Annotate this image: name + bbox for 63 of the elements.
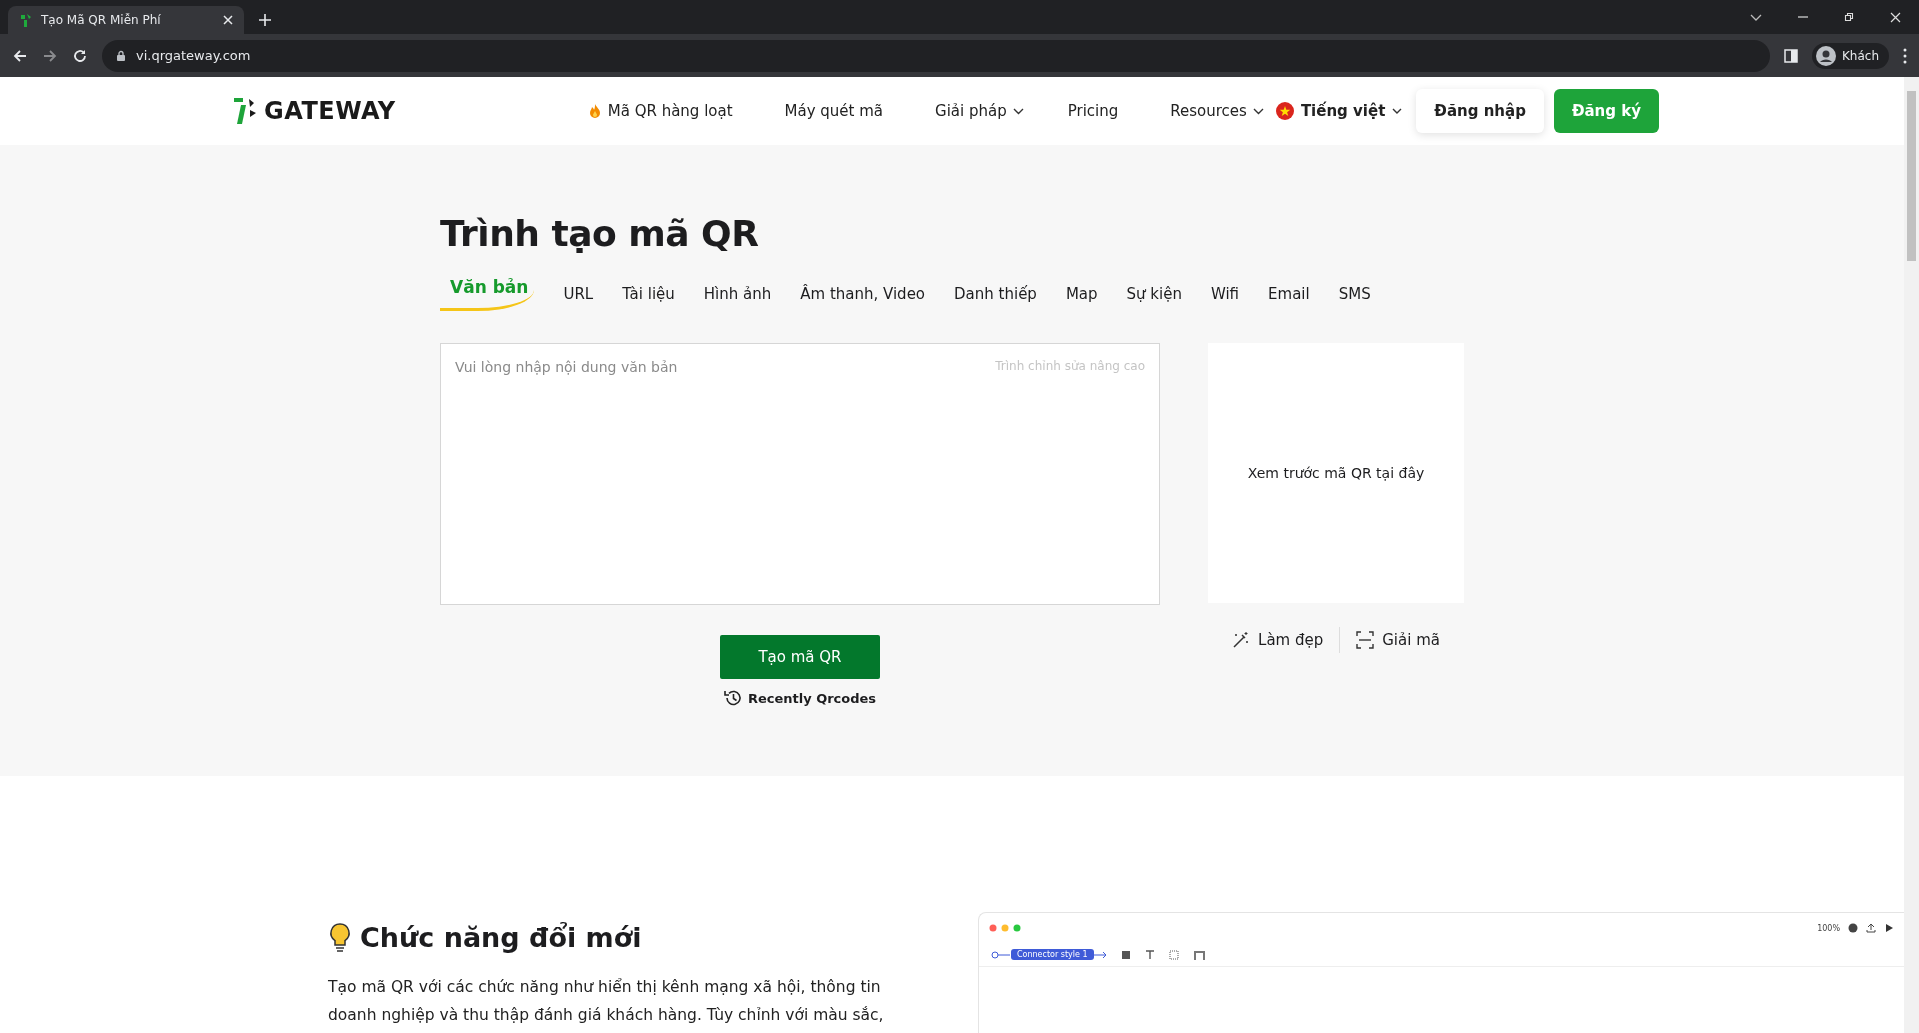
side-panel-icon[interactable]: [1783, 48, 1798, 63]
lock-icon: [116, 49, 126, 62]
logo-icon: [232, 96, 258, 126]
recent-qrcodes-link[interactable]: Recently Qrcodes: [723, 689, 877, 707]
decode-button[interactable]: Giải mã: [1340, 631, 1456, 649]
type-tab[interactable]: Danh thiếp: [954, 284, 1037, 311]
language-selector[interactable]: Tiếng việt: [1275, 102, 1403, 120]
nav-link[interactable]: Mã QR hàng loạt: [587, 102, 733, 120]
type-tab[interactable]: Email: [1268, 284, 1310, 311]
type-tab[interactable]: SMS: [1338, 284, 1371, 311]
avatar-icon: [1815, 45, 1836, 66]
magic-wand-icon: [1232, 631, 1251, 649]
nav-link[interactable]: Resources: [1170, 102, 1264, 120]
section-description: Tạo mã QR với các chức năng như hiển thị kênh mạng xã hội, thông tin doanh nghiệp và thu thập đánh giá khách hàng. Tùy chỉnh với màu sắc,: [328, 977, 885, 1026]
connector-style-chip[interactable]: Connector style 1: [1011, 949, 1094, 960]
close-icon[interactable]: [222, 14, 234, 26]
flame-icon: [587, 103, 602, 119]
chevron-down-icon: [1392, 108, 1403, 114]
chevron-down-icon: [1012, 107, 1024, 115]
flag-icon: [1275, 102, 1294, 120]
light-bulb-icon: [328, 922, 352, 953]
scan-icon: [1356, 631, 1375, 649]
new-tab-icon[interactable]: [258, 13, 272, 27]
create-qr-button[interactable]: Tạo mã QR: [720, 635, 880, 679]
window-controls-icon: [989, 924, 1021, 932]
preview-hint: Xem trước mã QR tại đây: [1247, 465, 1425, 481]
restore-icon[interactable]: [1844, 12, 1854, 22]
history-icon: [723, 689, 742, 707]
avatar-icon: [1848, 923, 1858, 933]
back-arrow-icon[interactable]: [12, 47, 28, 64]
nav-link[interactable]: Pricing: [1067, 102, 1119, 120]
close-icon[interactable]: [1890, 11, 1901, 23]
share-icon: [1866, 923, 1876, 933]
zoom-level: 100%: [1817, 923, 1840, 933]
nav-link[interactable]: Máy quét mã: [784, 102, 884, 120]
type-tab[interactable]: Hình ảnh: [703, 284, 772, 311]
profile-button[interactable]: Khách: [1811, 42, 1889, 69]
type-tab[interactable]: Map: [1065, 284, 1098, 311]
line-start-icon: [991, 950, 1011, 959]
logo-text: GATEWAY: [264, 97, 396, 125]
nav-link[interactable]: Giải pháp: [935, 102, 1024, 120]
favicon-icon: [18, 12, 32, 28]
section-heading: Chức năng đổi mới: [360, 922, 642, 953]
scrollbar-thumb[interactable]: [1907, 91, 1916, 261]
type-tab[interactable]: Wifi: [1210, 284, 1240, 311]
type-tab[interactable]: URL: [563, 284, 594, 311]
login-button[interactable]: Đăng nhập: [1416, 89, 1544, 133]
reload-icon[interactable]: [72, 47, 88, 64]
arrow-icon: [1093, 950, 1107, 959]
chevron-down-icon[interactable]: [1750, 13, 1762, 21]
type-tab[interactable]: Tài liệu: [622, 284, 675, 311]
fill-icon[interactable]: [1120, 949, 1131, 960]
beautify-button[interactable]: Làm đẹp: [1216, 631, 1340, 649]
chevron-down-icon: [1252, 107, 1264, 115]
forward-arrow-icon[interactable]: [42, 47, 58, 64]
browser-tab[interactable]: Tạo Mã QR Miễn Phí: [8, 6, 244, 34]
type-tab[interactable]: Âm thanh, Video: [800, 284, 926, 311]
play-icon: [1884, 923, 1894, 933]
more-menu-icon[interactable]: [1903, 47, 1907, 64]
address-bar[interactable]: vi.qrgateway.com: [102, 39, 1770, 72]
page-title: Trình tạo mã QR: [440, 213, 760, 254]
text-tool-icon[interactable]: [1144, 949, 1155, 960]
type-tab[interactable]: Sự kiện: [1126, 284, 1182, 311]
